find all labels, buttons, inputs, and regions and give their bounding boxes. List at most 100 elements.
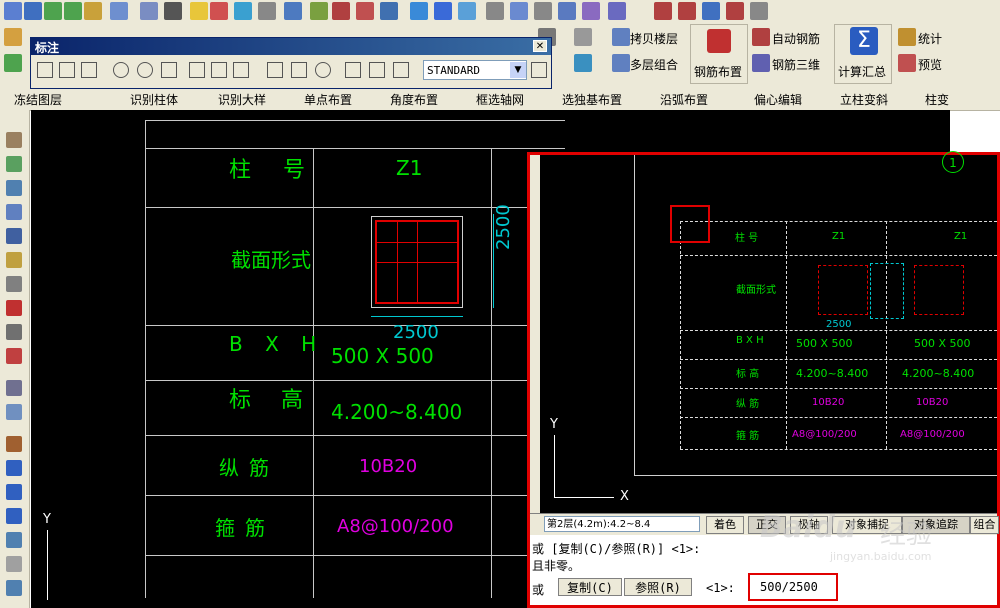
calc-summary-button[interactable]: Σ 计算汇总 [834,24,892,84]
tool-j-icon[interactable] [6,348,22,364]
view-icon[interactable] [534,2,552,20]
stats-button[interactable]: 统计 [918,30,942,47]
dim-angle-icon[interactable] [161,62,177,78]
undo-icon[interactable] [44,2,62,20]
cube-icon[interactable] [410,2,428,20]
stats-icon[interactable] [898,28,916,46]
dim-linear-icon[interactable] [37,62,53,78]
select-footing-button[interactable]: 选独基布置 [562,91,622,108]
freeze-layer-dropdown[interactable]: 冻结图层 [14,91,62,108]
identify-column-button[interactable]: 识别柱体 [130,91,178,108]
offset-edit-button[interactable]: 偏心编辑 [754,91,802,108]
close-icon[interactable]: ✕ [533,40,547,52]
cmd-ref-button[interactable]: 参照(R) [624,578,692,596]
tool-a-icon[interactable] [6,132,22,148]
dim-continue-icon[interactable] [233,62,249,78]
column-icon[interactable] [726,2,744,20]
copy-floor-button[interactable]: 拷贝楼层 [630,30,678,47]
rotate-icon[interactable] [6,508,22,524]
bulb-icon[interactable] [190,2,208,20]
auto-rebar-button[interactable]: 自动钢筋 [772,30,820,47]
angle-layout-button[interactable]: 角度布置 [390,91,438,108]
file-icon[interactable] [4,2,22,20]
dim-edit-icon[interactable] [345,62,361,78]
tool-e-icon[interactable] [6,228,22,244]
tool-b-icon[interactable] [6,156,22,172]
box-axis-button[interactable]: 框选轴网 [476,91,524,108]
height-icon[interactable] [356,2,374,20]
tool-i-icon[interactable] [6,324,22,340]
3d-icon[interactable] [458,2,476,20]
rebar-layout-button[interactable]: 钢筋布置 [690,24,748,84]
print-icon[interactable] [84,2,102,20]
column-change-button[interactable]: 柱变 [925,91,949,108]
status-otrack-button[interactable]: 对象追踪 [902,516,970,534]
dim-radius-icon[interactable] [113,62,129,78]
preview-button[interactable]: 预览 [918,56,942,73]
dim-tolerance-icon[interactable] [291,62,307,78]
tool-m-icon[interactable] [6,580,22,596]
tool-g-icon[interactable] [6,276,22,292]
doc-icon[interactable] [140,2,158,20]
compass-icon[interactable] [574,54,592,72]
dim-center-icon[interactable] [315,62,331,78]
brush-icon[interactable] [6,436,22,452]
tool-d-icon[interactable] [6,204,22,220]
rebar-3d-button[interactable]: 钢筋三维 [772,56,820,73]
move-icon[interactable] [6,460,22,476]
dim-aligned-icon[interactable] [59,62,75,78]
dim-style-manager-icon[interactable] [531,62,547,78]
tool-k-icon[interactable] [6,380,22,396]
cmd-copy-button[interactable]: 复制(C) [558,578,622,596]
mirror-icon[interactable] [6,484,22,500]
identify-detail-button[interactable]: 识别大样 [218,91,266,108]
refresh-icon[interactable] [310,2,328,20]
dim-ordinate-icon[interactable] [81,62,97,78]
settings-icon[interactable] [110,2,128,20]
select-icon[interactable] [582,2,600,20]
multi-combine-icon[interactable] [612,54,630,72]
dim-style-select[interactable]: STANDARD ▼ [423,60,527,80]
multi-combine-button[interactable]: 多层组合 [630,56,678,73]
eraser-icon[interactable] [6,556,22,572]
tool-c-icon[interactable] [6,180,22,196]
shape-icon[interactable] [434,2,452,20]
inset-canvas[interactable]: 1 柱 号 Z1 Z1 截面形式 2500 B X H 500 X 500 50… [530,151,997,513]
column-slant-button[interactable]: 立柱变斜 [840,91,888,108]
floor-select[interactable]: 第2层(4.2m):4.2~8.4 [544,516,700,532]
pointer-icon[interactable] [608,2,626,20]
tool-icon[interactable] [258,2,276,20]
table-icon[interactable] [702,2,720,20]
undo2-icon[interactable] [4,54,22,72]
chevron-down-icon[interactable]: ▼ [510,62,526,78]
window-icon[interactable] [750,2,768,20]
cube4-icon[interactable] [574,28,592,46]
grid2-icon[interactable] [380,2,398,20]
rebar2-icon[interactable] [678,2,696,20]
cube3-icon[interactable] [510,2,528,20]
copy-floor-icon[interactable] [612,28,630,46]
folder-icon[interactable] [4,28,22,46]
tool-h-icon[interactable] [6,300,22,316]
arc-layout-button[interactable]: 沿弧布置 [660,91,708,108]
redo-icon[interactable] [64,2,82,20]
cube2-icon[interactable] [486,2,504,20]
preview-icon[interactable] [898,54,916,72]
text-icon[interactable] [24,2,42,20]
status-osnap-button[interactable]: 对象捕捉 [832,516,902,534]
list-icon[interactable] [284,2,302,20]
rebar-3d-icon[interactable] [752,54,770,72]
single-point-button[interactable]: 单点布置 [304,91,352,108]
grid-icon[interactable] [210,2,228,20]
binoculars-icon[interactable] [164,2,182,20]
dim-diameter-icon[interactable] [137,62,153,78]
cloud-icon[interactable] [6,532,22,548]
dim-leader-icon[interactable] [267,62,283,78]
status-polar-button[interactable]: 极轴 [790,516,828,534]
dim-quick-icon[interactable] [189,62,205,78]
axis-icon[interactable] [332,2,350,20]
dim-baseline-icon[interactable] [211,62,227,78]
cmd-input[interactable]: 500/2500 [760,580,818,594]
status-group-button[interactable]: 组合 [970,516,999,534]
dim-text-edit-icon[interactable] [369,62,385,78]
